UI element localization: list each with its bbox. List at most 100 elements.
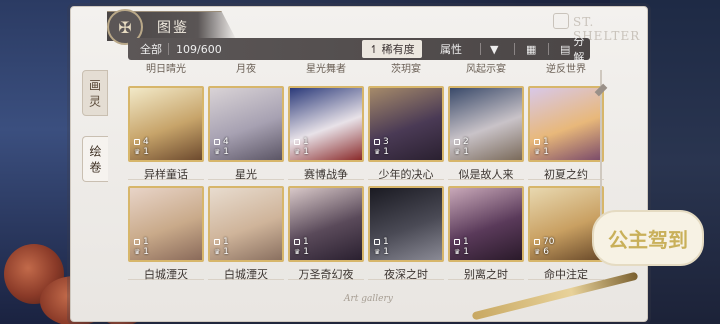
card-title: 命中注定 bbox=[544, 268, 588, 281]
card-stats: 4 ♛ 1 bbox=[134, 137, 149, 157]
filter-all-button[interactable]: 全部 bbox=[140, 38, 162, 60]
card-stats: 2 ♛ 1 bbox=[454, 137, 469, 157]
divider bbox=[168, 43, 169, 55]
sort-attribute-button[interactable]: 属性 bbox=[440, 38, 462, 60]
tab-painting-spirit[interactable]: 画 灵 bbox=[82, 70, 108, 116]
crown-count: 1 bbox=[463, 247, 470, 257]
card-stats: 1 ♛ 1 bbox=[134, 237, 149, 257]
lock-count: 3 bbox=[383, 137, 389, 147]
card-title: 白城湮灭 bbox=[144, 268, 188, 281]
split-button[interactable]: ▤ 分解 bbox=[560, 35, 590, 64]
divider bbox=[480, 43, 481, 55]
lock-icon bbox=[294, 139, 300, 145]
card-title: 少年的决心 bbox=[378, 168, 434, 181]
card-label: 逆反世界 bbox=[546, 64, 586, 74]
lock-count: 1 bbox=[303, 237, 309, 247]
lock-icon bbox=[214, 139, 220, 145]
crown-icon: ♛ bbox=[294, 148, 301, 156]
card-label: 明日晴光 bbox=[146, 64, 186, 74]
artwork-card[interactable]: 1 ♛ 1 bbox=[448, 186, 524, 262]
lock-count: 70 bbox=[543, 237, 555, 247]
crown-icon: ♛ bbox=[374, 248, 381, 256]
lock-icon bbox=[134, 139, 140, 145]
divider bbox=[548, 43, 549, 55]
crown-count: 1 bbox=[543, 147, 550, 157]
card-title: 异样童话 bbox=[144, 168, 188, 181]
sort-rarity-button[interactable]: ↿ 稀有度 bbox=[362, 40, 422, 58]
crown-count: 1 bbox=[223, 247, 230, 257]
crown-icon: ♛ bbox=[454, 148, 461, 156]
lock-count: 1 bbox=[303, 137, 309, 147]
card-title: 白城湮灭 bbox=[224, 268, 268, 281]
crown-count: 1 bbox=[223, 147, 230, 157]
crown-icon: ♛ bbox=[534, 248, 541, 256]
lock-count: 1 bbox=[223, 237, 229, 247]
lock-count: 1 bbox=[463, 237, 469, 247]
divider bbox=[514, 43, 515, 55]
brand-crest-icon bbox=[553, 13, 569, 29]
card-stats: 1 ♛ 1 bbox=[374, 237, 389, 257]
crown-count: 6 bbox=[543, 247, 550, 257]
grid-icon[interactable]: ▦ bbox=[526, 38, 536, 60]
sort-rarity-label: 稀有度 bbox=[381, 43, 415, 56]
footer-signature: Art gallery bbox=[344, 294, 393, 304]
split-label: 分解 bbox=[573, 35, 585, 64]
card-title: 别离之时 bbox=[464, 268, 508, 281]
crown-icon: ♛ bbox=[214, 148, 221, 156]
lock-count: 1 bbox=[143, 237, 149, 247]
artwork-card[interactable]: 1 ♛ 1 bbox=[128, 186, 204, 262]
crown-count: 1 bbox=[383, 147, 390, 157]
page-title: 图鉴 bbox=[157, 20, 189, 36]
crown-count: 1 bbox=[383, 247, 390, 257]
lock-icon bbox=[454, 239, 460, 245]
card-title: 初夏之约 bbox=[544, 168, 588, 181]
split-icon: ▤ bbox=[560, 42, 571, 56]
card-stats: 1 ♛ 1 bbox=[214, 237, 229, 257]
crown-count: 1 bbox=[463, 147, 470, 157]
artwork-card[interactable]: 1 ♛ 1 bbox=[288, 86, 364, 162]
crown-icon: ♛ bbox=[454, 248, 461, 256]
card-title: 似是故人来 bbox=[458, 168, 514, 181]
card-label: 星光舞者 bbox=[306, 64, 346, 74]
crown-icon: ♛ bbox=[534, 148, 541, 156]
crown-icon: ♛ bbox=[374, 148, 381, 156]
artwork-card[interactable]: 1 ♛ 1 bbox=[208, 186, 284, 262]
artwork-card[interactable]: 4 ♛ 1 bbox=[128, 86, 204, 162]
crown-icon: ♛ bbox=[134, 248, 141, 256]
card-title: 万圣奇幻夜 bbox=[298, 268, 354, 281]
lock-count: 2 bbox=[463, 137, 469, 147]
crown-icon: ♛ bbox=[294, 248, 301, 256]
artwork-card[interactable]: 1 ♛ 1 bbox=[528, 86, 604, 162]
lock-icon bbox=[454, 139, 460, 145]
crown-count: 1 bbox=[143, 147, 150, 157]
card-stats: 1 ♛ 1 bbox=[534, 137, 549, 157]
card-stats: 3 ♛ 1 bbox=[374, 137, 389, 157]
lock-icon bbox=[134, 239, 140, 245]
tab-label: 画 灵 bbox=[87, 79, 102, 107]
funnel-icon[interactable]: ▼ bbox=[490, 38, 498, 60]
collection-count: 109/600 bbox=[176, 42, 222, 56]
card-stats: 70 ♛ 6 bbox=[534, 237, 554, 257]
card-label: 茨玥宴 bbox=[391, 64, 421, 74]
card-stats: 4 ♛ 1 bbox=[214, 137, 229, 157]
tab-picture-scroll[interactable]: 绘 卷 bbox=[82, 136, 108, 182]
lock-count: 4 bbox=[143, 137, 149, 147]
toolbar: 全部 109/600 ↿ 稀有度 属性 ▼ ▦ ▤ 分解 bbox=[128, 35, 590, 64]
sticker-badge[interactable]: 公主驾到 bbox=[592, 210, 704, 266]
artwork-card[interactable]: 3 ♛ 1 bbox=[368, 86, 444, 162]
card-stats: 1 ♛ 1 bbox=[294, 137, 309, 157]
sort-arrow-icon: ↿ bbox=[369, 42, 379, 56]
lock-icon bbox=[294, 239, 300, 245]
card-title: 星光 bbox=[235, 168, 257, 181]
lock-icon bbox=[374, 139, 380, 145]
card-label: 月夜 bbox=[236, 64, 256, 74]
card-stats: 1 ♛ 1 bbox=[454, 237, 469, 257]
artwork-card[interactable]: 1 ♛ 1 bbox=[288, 186, 364, 262]
artwork-card[interactable]: 1 ♛ 1 bbox=[368, 186, 444, 262]
lock-count: 4 bbox=[223, 137, 229, 147]
artwork-card[interactable]: 2 ♛ 1 bbox=[448, 86, 524, 162]
crown-count: 1 bbox=[303, 247, 310, 257]
artwork-card[interactable]: 4 ♛ 1 bbox=[208, 86, 284, 162]
previous-row-labels: 明日晴光 月夜 星光舞者 茨玥宴 风起示宴 逆反世界 bbox=[128, 62, 590, 74]
card-label: 风起示宴 bbox=[466, 64, 506, 74]
